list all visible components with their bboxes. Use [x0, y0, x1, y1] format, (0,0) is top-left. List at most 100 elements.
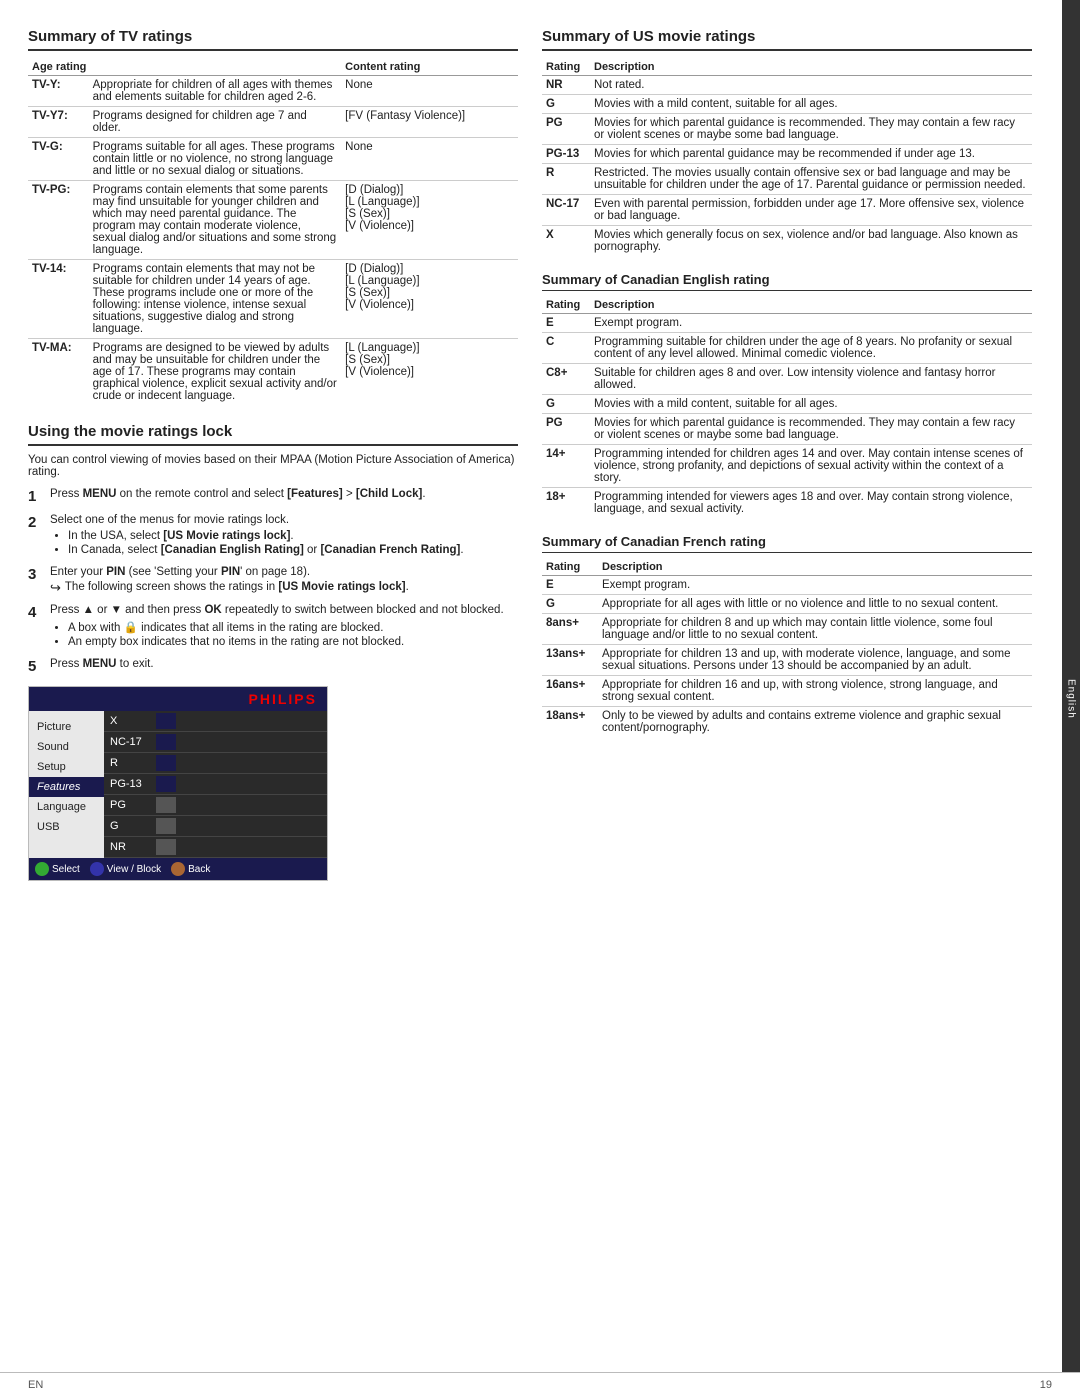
tv-content: [FV (Fantasy Violence)]: [341, 107, 518, 138]
footer-page: 19: [1040, 1379, 1052, 1391]
tv-footer-icon: [171, 862, 185, 876]
tv-rating-row-mockup: X: [104, 711, 327, 732]
us-col1: Rating: [542, 59, 590, 76]
us-ratings-title: Summary of US movie ratings: [542, 28, 1032, 51]
us-rating-row: RRestricted. The movies usually contain …: [542, 164, 1032, 195]
arrow-text: The following screen shows the ratings i…: [65, 581, 409, 593]
tv-code: TV-MA:: [28, 339, 89, 406]
can-en-rating-row: 18+Programming intended for viewers ages…: [542, 488, 1032, 519]
can-en-desc: Exempt program.: [590, 314, 1032, 333]
can-fr-rating-row: GAppropriate for all ages with little or…: [542, 595, 1032, 614]
tv-desc: Programs suitable for all ages. These pr…: [89, 138, 342, 181]
tv-rating-row-mockup: PG-13: [104, 774, 327, 795]
tv-header: PHILIPS: [29, 687, 327, 711]
us-rating-desc: Movies with a mild content, suitable for…: [590, 95, 1032, 114]
tv-desc: Programs contain elements that some pare…: [89, 181, 342, 260]
step-number: 1: [28, 488, 44, 506]
tv-rating-block: [156, 839, 176, 855]
can-en-rating-row: CProgramming suitable for children under…: [542, 333, 1032, 364]
tv-content: [L (Language)][S (Sex)][V (Violence)]: [341, 339, 518, 406]
tv-rating-label-mock: PG-13: [104, 778, 156, 790]
can-fr-code: 16ans+: [542, 676, 598, 707]
step-bullets: In the USA, select [US Movie ratings loc…: [50, 530, 518, 556]
step-item: 4Press ▲ or ▼ and then press OK repeated…: [28, 604, 518, 650]
tv-menu-item[interactable]: USB: [29, 817, 104, 837]
can-en-code: PG: [542, 414, 590, 445]
tv-menu-item[interactable]: Setup: [29, 757, 104, 777]
tv-content: [D (Dialog)][L (Language)][S (Sex)][V (V…: [341, 181, 518, 260]
can-en-desc: Suitable for children ages 8 and over. L…: [590, 364, 1032, 395]
tv-menu-item[interactable]: Picture: [29, 717, 104, 737]
us-rating-code: NC-17: [542, 195, 590, 226]
step-content: Press MENU on the remote control and sel…: [50, 488, 518, 500]
tv-rating-row: TV-PG: Programs contain elements that so…: [28, 181, 518, 260]
us-rating-row: PG-13Movies for which parental guidance …: [542, 145, 1032, 164]
tv-col1-header: Age rating: [28, 59, 341, 76]
canadian-english-title: Summary of Canadian English rating: [542, 272, 1032, 291]
tv-rating-row-mockup: PG: [104, 795, 327, 816]
tv-footer-label: View / Block: [107, 864, 161, 875]
tv-col3-header: Content rating: [341, 59, 518, 76]
step-bullets: A box with 🔒 indicates that all items in…: [50, 620, 518, 648]
can-en-code: C8+: [542, 364, 590, 395]
us-rating-code: PG: [542, 114, 590, 145]
tv-code: TV-Y:: [28, 76, 89, 107]
using-lock-title: Using the movie ratings lock: [28, 423, 518, 446]
tv-rating-row-mockup: R: [104, 753, 327, 774]
right-column: Summary of US movie ratings Rating Descr…: [542, 28, 1032, 1369]
can-fr-rating-row: 8ans+Appropriate for children 8 and up w…: [542, 614, 1032, 645]
can-en-code: 14+: [542, 445, 590, 488]
can-fr-rating-row: EExempt program.: [542, 576, 1032, 595]
step-bullet: In Canada, select [Canadian English Rati…: [68, 544, 518, 556]
us-rating-row: PGMovies for which parental guidance is …: [542, 114, 1032, 145]
step-bullet: In the USA, select [US Movie ratings loc…: [68, 530, 518, 542]
footer-en: EN: [28, 1379, 43, 1391]
tv-menu-item[interactable]: Features: [29, 777, 104, 797]
can-en-code: G: [542, 395, 590, 414]
canadian-french-table: Rating Description EExempt program.GAppr…: [542, 559, 1032, 737]
tv-rating-row: TV-14: Programs contain elements that ma…: [28, 260, 518, 339]
page: Summary of TV ratings Age rating Content…: [0, 0, 1080, 1397]
tv-rating-row: TV-Y7: Programs designed for children ag…: [28, 107, 518, 138]
step-item: 1 Press MENU on the remote control and se…: [28, 488, 518, 506]
step-text: Enter your PIN (see 'Setting your PIN' o…: [50, 566, 310, 578]
tv-footer-label: Select: [52, 864, 80, 875]
can-fr-desc: Exempt program.: [598, 576, 1032, 595]
us-ratings-table: Rating Description NRNot rated.GMovies w…: [542, 59, 1032, 256]
tv-rating-label-mock: X: [104, 715, 156, 727]
can-en-rating-row: EExempt program.: [542, 314, 1032, 333]
can-fr-code: 18ans+: [542, 707, 598, 738]
tv-rating-label-mock: G: [104, 820, 156, 832]
can-en-code: 18+: [542, 488, 590, 519]
us-rating-code: PG-13: [542, 145, 590, 164]
tv-content: None: [341, 138, 518, 181]
can-en-desc: Programming suitable for children under …: [590, 333, 1032, 364]
can-en-desc: Movies for which parental guidance is re…: [590, 414, 1032, 445]
step-text: Press MENU on the remote control and sel…: [50, 488, 426, 500]
tv-menu-item[interactable]: Sound: [29, 737, 104, 757]
us-col2: Description: [590, 59, 1032, 76]
tv-footer-btn: View / Block: [90, 862, 161, 876]
step-number: 3: [28, 566, 44, 584]
tv-code: TV-Y7:: [28, 107, 89, 138]
us-rating-desc: Even with parental permission, forbidden…: [590, 195, 1032, 226]
steps: 1 Press MENU on the remote control and se…: [28, 488, 518, 676]
tv-body: PictureSoundSetupFeaturesLanguageUSB XNC…: [29, 711, 327, 858]
can-fr-rating-row: 13ans+Appropriate for children 13 and up…: [542, 645, 1032, 676]
canadian-english-table: Rating Description EExempt program.CProg…: [542, 297, 1032, 518]
step-bullet: An empty box indicates that no items in …: [68, 636, 518, 648]
can-fr-code: 8ans+: [542, 614, 598, 645]
tv-menu-item[interactable]: Language: [29, 797, 104, 817]
can-en-desc: Programming intended for children ages 1…: [590, 445, 1032, 488]
us-rating-code: X: [542, 226, 590, 257]
step-number: 5: [28, 658, 44, 676]
footer: EN 19: [0, 1372, 1080, 1397]
arrow-symbol: ↪: [50, 580, 61, 596]
brand-logo: PHILIPS: [249, 691, 317, 707]
can-fr-desc: Appropriate for children 16 and up, with…: [598, 676, 1032, 707]
step-bullet: A box with 🔒 indicates that all items in…: [68, 620, 518, 634]
step-number: 2: [28, 514, 44, 532]
step-text: Press MENU to exit.: [50, 658, 154, 670]
us-rating-code: R: [542, 164, 590, 195]
sidebar-tab: English: [1062, 0, 1080, 1397]
